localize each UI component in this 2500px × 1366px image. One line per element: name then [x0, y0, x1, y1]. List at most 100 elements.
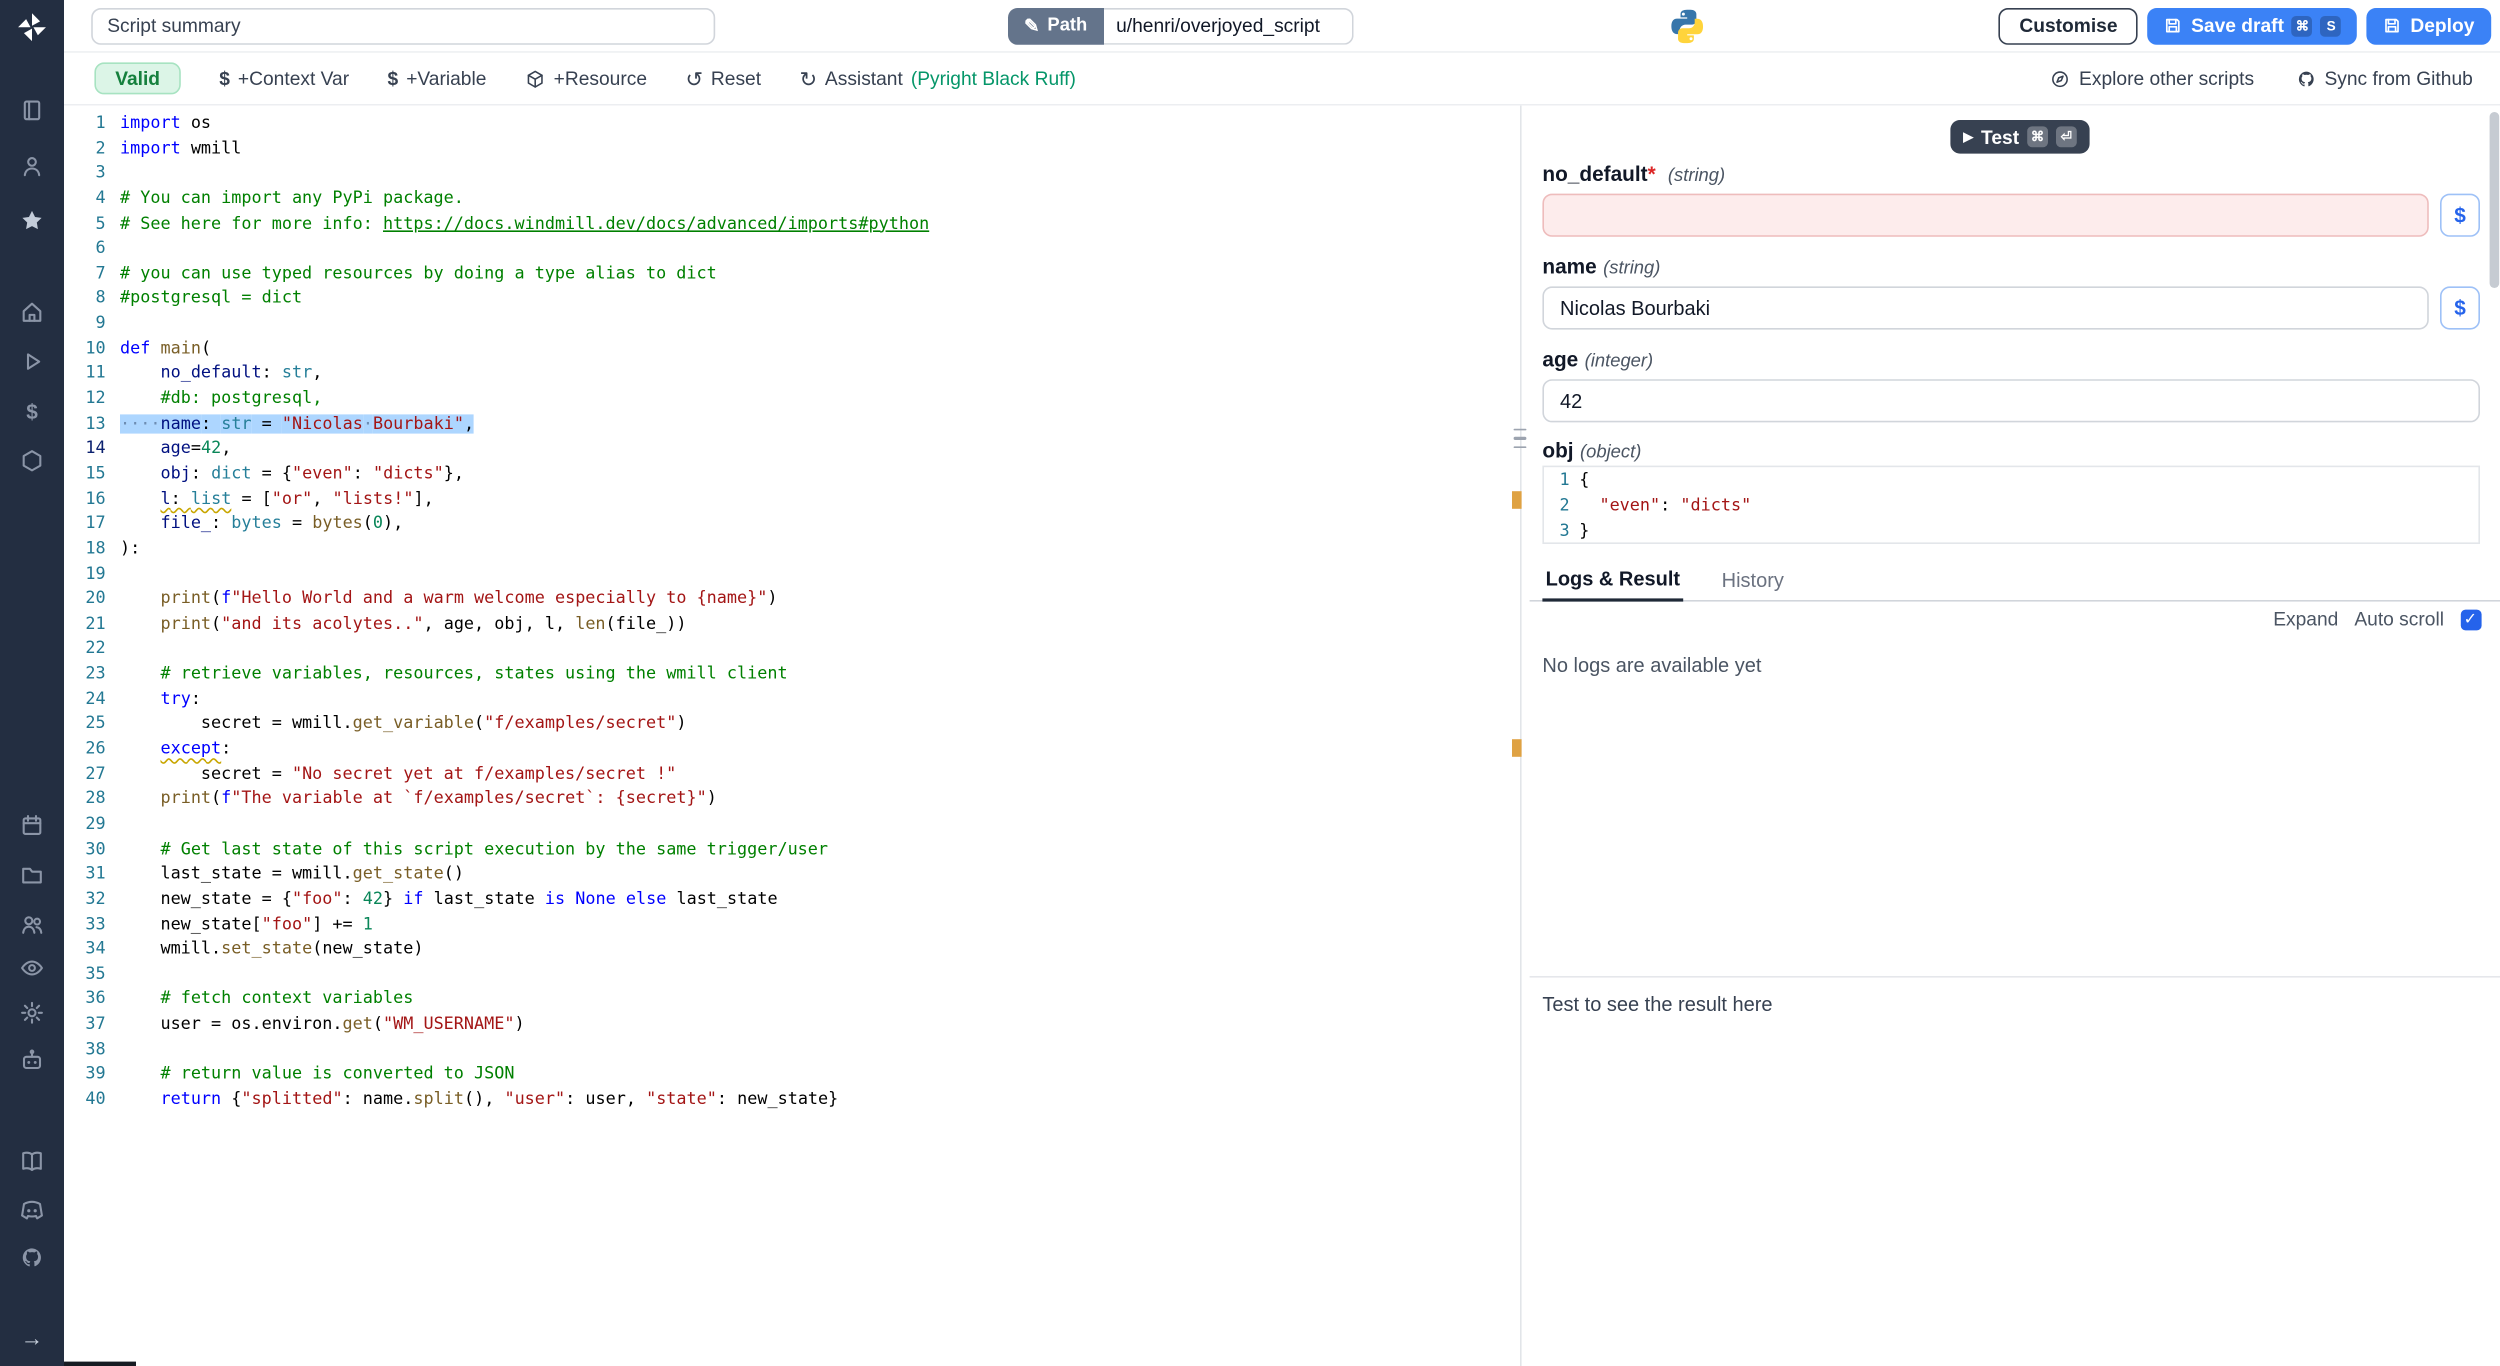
line-number: 3 — [64, 162, 120, 187]
line-number: 39 — [64, 1063, 120, 1088]
age-input[interactable] — [1542, 379, 2480, 422]
obj-json-editor[interactable]: 123 { "even": "dicts"} — [1542, 466, 2480, 544]
topbar: ✎ Path Customise Save draft ⌘ S Deploy — [64, 0, 2500, 53]
no-default-variable-picker-button[interactable]: $ — [2440, 194, 2480, 237]
dollar-icon: $ — [219, 67, 230, 89]
obj-code[interactable]: { "even": "dicts"} — [1579, 467, 2478, 542]
book-icon[interactable] — [18, 96, 47, 125]
add-resource-button[interactable]: +Resource — [525, 67, 647, 89]
editor-gutter: 1234567891011121314151617181920212223242… — [64, 112, 120, 1366]
field-label-name: name(string) — [1542, 254, 1660, 278]
path-label: Path — [1047, 16, 1087, 35]
valid-badge: Valid — [94, 62, 180, 94]
save-draft-label: Save draft — [2191, 14, 2284, 36]
no-default-input[interactable] — [1542, 194, 2428, 237]
schedules-calendar-icon[interactable] — [18, 811, 47, 840]
groups-users-icon[interactable] — [18, 910, 47, 939]
code-line: wmill.set_state(new_state) — [120, 938, 1510, 963]
runs-play-icon[interactable] — [18, 347, 47, 376]
add-variable-button[interactable]: $ +Variable — [388, 67, 487, 89]
windmill-logo[interactable] — [13, 8, 51, 46]
line-number: 35 — [64, 963, 120, 988]
code-line: l: list = ["or", "lists!"], — [120, 487, 1510, 512]
sidebar: $ → — [0, 0, 64, 1366]
code-line: obj: dict = {"even": "dicts"}, — [120, 462, 1510, 487]
panel-scrollbar[interactable] — [2489, 112, 2499, 288]
explore-other-scripts-button[interactable]: Explore other scripts — [2050, 67, 2254, 89]
assistant-detail: (Pyright Black Ruff) — [911, 67, 1076, 89]
dollar-icon: $ — [388, 67, 399, 89]
deploy-button[interactable]: Deploy — [2367, 7, 2490, 44]
star-icon[interactable] — [18, 206, 47, 235]
autoscroll-label[interactable]: Auto scroll — [2354, 608, 2444, 630]
home-icon[interactable] — [18, 298, 47, 327]
customise-button[interactable]: Customise — [1999, 7, 2139, 44]
code-line: #db: postgresql, — [120, 387, 1510, 412]
variables-dollar-icon[interactable]: $ — [18, 397, 47, 426]
code-line: print(f"The variable at `f/examples/secr… — [120, 788, 1510, 813]
expand-button[interactable]: Expand — [2273, 608, 2338, 630]
settings-gear-icon[interactable] — [18, 998, 47, 1027]
discord-icon[interactable] — [18, 1195, 47, 1224]
line-number: 21 — [64, 613, 120, 638]
code-line — [120, 638, 1510, 663]
hub-icon[interactable] — [18, 446, 47, 475]
code-line: secret = wmill.get_variable("f/examples/… — [120, 713, 1510, 738]
line-number: 1 — [1544, 467, 1579, 493]
editor-panel-splitter[interactable] — [1510, 106, 1529, 1366]
path-group: ✎ Path — [1008, 7, 1353, 44]
line-number: 18 — [64, 537, 120, 562]
line-number: 2 — [64, 137, 120, 162]
user-icon[interactable] — [18, 152, 47, 181]
tab-logs-result[interactable]: Logs & Result — [1542, 568, 1683, 602]
code-line: print(f"Hello World and a warm welcome e… — [120, 587, 1510, 612]
folders-icon[interactable] — [18, 861, 47, 890]
result-divider — [1530, 976, 2500, 978]
editor-code[interactable]: import osimport wmill # You can import a… — [120, 112, 1510, 1366]
docs-book-icon[interactable] — [18, 1147, 47, 1176]
line-number: 8 — [64, 287, 120, 312]
line-number: 1 — [64, 112, 120, 137]
code-line — [120, 562, 1510, 587]
script-summary-input[interactable] — [91, 7, 715, 44]
add-context-var-button[interactable]: $ +Context Var — [219, 67, 349, 89]
test-button[interactable]: ▶ Test ⌘ ⏎ — [1950, 120, 2089, 154]
path-input[interactable] — [1103, 7, 1353, 44]
line-number: 22 — [64, 638, 120, 663]
sync-from-github-button[interactable]: Sync from Github — [2296, 67, 2473, 89]
code-line: # you can use typed resources by doing a… — [120, 262, 1510, 287]
autoscroll-checkbox[interactable]: ✓ — [2460, 609, 2481, 630]
line-number: 23 — [64, 663, 120, 688]
name-input[interactable] — [1542, 286, 2428, 329]
github-icon[interactable] — [18, 1243, 47, 1272]
code-line: "even": "dicts" — [1579, 493, 2478, 519]
code-line: #postgresql = dict — [120, 287, 1510, 312]
code-line: # fetch context variables — [120, 988, 1510, 1013]
line-number: 5 — [64, 212, 120, 237]
line-number: 36 — [64, 988, 120, 1013]
splitter-grip-icon[interactable] — [1514, 429, 1527, 448]
save-draft-button[interactable]: Save draft ⌘ S — [2148, 7, 2358, 44]
line-number: 32 — [64, 888, 120, 913]
line-number: 24 — [64, 688, 120, 713]
collapse-arrow-icon[interactable]: → — [18, 1323, 47, 1352]
audit-eye-icon[interactable] — [18, 954, 47, 983]
line-number: 9 — [64, 312, 120, 337]
workers-robot-icon[interactable] — [18, 1046, 47, 1075]
overview-warning-marker — [1511, 491, 1521, 509]
code-editor[interactable]: 1234567891011121314151617181920212223242… — [64, 106, 1510, 1366]
assistant-button[interactable]: ↻ Assistant (Pyright Black Ruff) — [799, 67, 1075, 89]
code-line: # Get last state of this script executio… — [120, 838, 1510, 863]
reset-button[interactable]: ↺ Reset — [685, 67, 761, 89]
code-line — [120, 813, 1510, 838]
python-logo-icon[interactable] — [1667, 6, 1707, 46]
name-variable-picker-button[interactable]: $ — [2440, 286, 2480, 329]
line-number: 29 — [64, 813, 120, 838]
line-number: 13 — [64, 412, 120, 437]
line-number: 16 — [64, 487, 120, 512]
path-button[interactable]: ✎ Path — [1008, 7, 1103, 44]
code-line: } — [1579, 518, 2478, 544]
deploy-save-icon — [2383, 16, 2402, 35]
tab-history[interactable]: History — [1718, 570, 1787, 600]
line-number: 3 — [1544, 518, 1579, 544]
